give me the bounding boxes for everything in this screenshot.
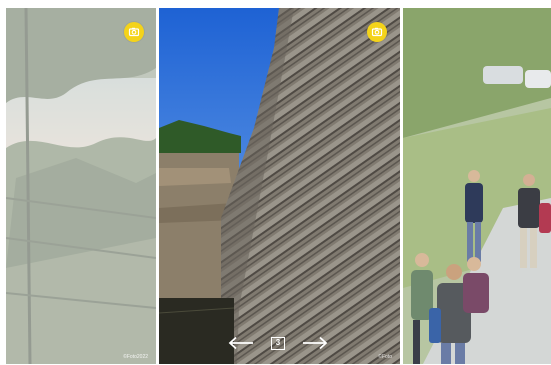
camera-icon[interactable] [367,22,387,42]
hikers-photo [403,8,551,364]
photo-credit: ©Foto2022 [123,354,148,360]
camera-icon[interactable] [124,22,144,42]
carousel-slide-next[interactable] [403,8,551,364]
rock-cliff-photo [159,8,400,364]
forest-photo [6,8,156,364]
photo-credit: ©Foto [378,354,392,360]
carousel-navigation: 3 [226,332,330,354]
carousel-slide-current[interactable]: ©Foto [159,8,400,364]
page-indicator: 3 [271,336,285,350]
carousel-slide-previous[interactable]: ©Foto2022 [6,8,156,364]
image-carousel: ©Foto2022 ©Foto 3 [0,0,551,365]
arrow-right-icon[interactable] [300,333,330,353]
arrow-left-icon[interactable] [226,333,256,353]
